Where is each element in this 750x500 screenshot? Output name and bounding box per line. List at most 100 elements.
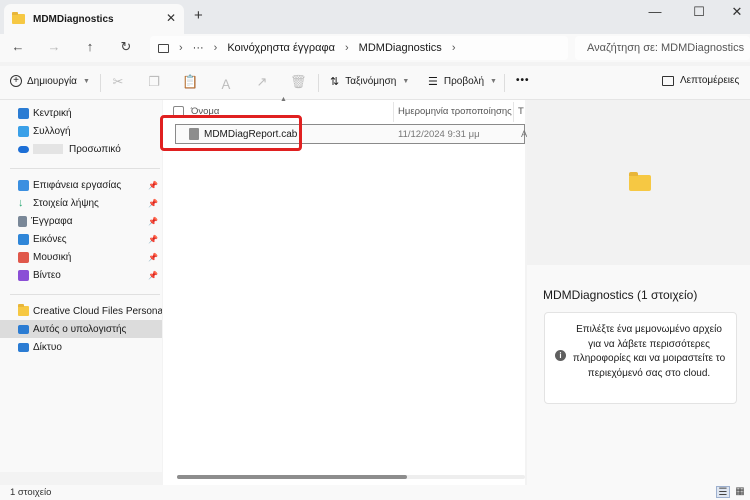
forward-button[interactable]: → xyxy=(45,39,63,54)
file-date: 11/12/2024 9:31 μμ xyxy=(398,129,480,140)
info-text: Επιλέξτε ένα μεμονωμένο αρχείο για να λά… xyxy=(572,324,726,379)
sidebar-divider xyxy=(10,168,160,169)
plus-circle-icon: + xyxy=(10,75,22,87)
file-list: ▲ Όνομα Ημερομηνία τροποποίησης Τ MDMDia… xyxy=(163,96,527,485)
info-card: i Επιλέξτε ένα μεμονωμένο αρχείο για να … xyxy=(544,312,737,404)
column-header-date[interactable]: Ημερομηνία τροποποίησης xyxy=(398,106,512,117)
tab-mdmdiagnostics[interactable]: MDMDiagnostics ✕ xyxy=(4,4,184,34)
chevron-down-icon: ▼ xyxy=(82,77,90,85)
tiles-view-icon[interactable]: ▦ xyxy=(733,486,747,498)
pin-icon[interactable]: 📌 xyxy=(148,253,158,262)
sort-label: Ταξινόμηση xyxy=(345,76,397,87)
chevron-down-icon: ▼ xyxy=(402,78,410,85)
navigation-pane: Κεντρική Συλλογή Προσωπικό Επιφάνεια εργ… xyxy=(0,100,162,472)
column-header-type[interactable]: Τ xyxy=(518,106,524,117)
folder-icon xyxy=(629,172,651,191)
pin-icon[interactable]: 📌 xyxy=(148,271,158,280)
sidebar-item-videos[interactable]: Βίντεο 📌 xyxy=(0,266,162,284)
sidebar-item-this-pc[interactable]: Αυτός ο υπολογιστής xyxy=(0,320,162,338)
sidebar-item-desktop[interactable]: Επιφάνεια εργασίας 📌 xyxy=(0,176,162,194)
sidebar-item-documents[interactable]: Έγγραφα 📌 xyxy=(0,212,162,230)
paste-icon[interactable]: 📋 xyxy=(182,74,198,90)
view-button[interactable]: ☰ Προβολή ▼ xyxy=(428,75,497,88)
tab-title: MDMDiagnostics xyxy=(33,13,114,25)
sort-ascending-icon: ▲ xyxy=(280,96,287,103)
address-more-button[interactable]: ··· xyxy=(193,42,204,54)
info-icon: i xyxy=(555,350,566,361)
sidebar-item-music[interactable]: Μουσική 📌 xyxy=(0,248,162,266)
sort-icon: ⇅ xyxy=(330,76,340,88)
sidebar-item-label: Συλλογή xyxy=(33,125,71,137)
sidebar-item-downloads[interactable]: ↓ Στοιχεία λήψης 📌 xyxy=(0,194,162,212)
highlight-annotation xyxy=(160,115,302,151)
item-count: 1 στοιχείο xyxy=(10,487,52,498)
new-tab-button[interactable]: + xyxy=(194,7,203,24)
horizontal-scrollbar[interactable] xyxy=(177,475,525,479)
details-button[interactable]: Λεπτομέρειες xyxy=(662,75,739,86)
download-icon: ↓ xyxy=(18,196,24,209)
computer-icon xyxy=(18,324,29,334)
scrollbar-thumb[interactable] xyxy=(177,475,407,479)
pin-icon[interactable]: 📌 xyxy=(148,235,158,244)
sidebar-item-creative-cloud[interactable]: Creative Cloud Files Personal Acc xyxy=(0,302,162,320)
maximize-button[interactable]: ☐ xyxy=(689,4,709,20)
video-icon xyxy=(18,269,29,281)
column-divider[interactable] xyxy=(393,102,394,122)
search-input[interactable]: Αναζήτηση σε: MDMDiagnostics xyxy=(575,36,750,60)
redacted-account-name xyxy=(33,144,63,154)
title-bar: MDMDiagnostics ✕ + — ☐ ✕ xyxy=(0,0,750,34)
sidebar-item-gallery[interactable]: Συλλογή xyxy=(0,122,162,140)
onedrive-icon xyxy=(18,145,29,153)
sidebar-item-label: Αυτός ο υπολογιστής xyxy=(33,323,127,335)
sidebar-item-label: Προσωπικό xyxy=(69,143,121,155)
view-icon: ☰ xyxy=(428,76,438,88)
pin-icon[interactable]: 📌 xyxy=(148,199,158,208)
delete-icon[interactable]: 🗑 xyxy=(290,74,307,90)
pin-icon[interactable]: 📌 xyxy=(148,181,158,190)
sidebar-item-label: Εικόνες xyxy=(33,233,67,245)
close-tab-icon[interactable]: ✕ xyxy=(166,11,176,25)
rename-icon[interactable]: Ａ xyxy=(218,74,234,92)
network-icon xyxy=(18,342,29,352)
gallery-icon xyxy=(18,125,29,137)
copy-icon[interactable]: ❐ xyxy=(146,74,162,90)
sidebar-item-label: Μουσική xyxy=(33,251,72,263)
divider xyxy=(318,74,319,92)
sidebar-item-label: Έγγραφα xyxy=(31,215,73,227)
home-icon xyxy=(18,107,29,119)
sidebar-item-home[interactable]: Κεντρική xyxy=(0,104,162,122)
address-bar[interactable]: › ··· › Κοινόχρηστα έγγραφα › MDMDiagnos… xyxy=(150,36,568,60)
back-button[interactable]: ← xyxy=(9,39,27,54)
address-separator: › xyxy=(179,42,183,54)
sort-button[interactable]: ⇅ Ταξινόμηση ▼ xyxy=(330,75,409,88)
column-divider[interactable] xyxy=(513,102,514,122)
details-pane-icon xyxy=(662,75,674,86)
sidebar-item-pictures[interactable]: Εικόνες 📌 xyxy=(0,230,162,248)
close-window-button[interactable]: ✕ xyxy=(727,4,747,20)
breadcrumb-mdmdiagnostics[interactable]: MDMDiagnostics xyxy=(359,42,442,54)
status-bar: 1 στοιχείο ☰ ▦ xyxy=(0,485,750,500)
details-view-icon[interactable]: ☰ xyxy=(716,486,730,498)
view-label: Προβολή xyxy=(443,76,485,87)
sidebar-item-label: Creative Cloud Files Personal Acc xyxy=(33,305,162,317)
details-label: Λεπτομέρειες xyxy=(680,75,740,86)
command-bar: + Δημιουργία ▼ ✂ ❐ 📋 Ａ ↗ 🗑 ⇅ Ταξινόμηση … xyxy=(0,66,750,100)
new-button[interactable]: + Δημιουργία ▼ xyxy=(10,75,90,87)
up-button[interactable]: ↑ xyxy=(81,39,99,54)
documents-icon xyxy=(18,215,27,227)
address-separator: › xyxy=(451,42,456,54)
creative-cloud-folder-icon xyxy=(18,304,29,316)
pictures-icon xyxy=(18,233,29,245)
sidebar-item-onedrive-personal[interactable]: Προσωπικό xyxy=(0,140,162,158)
pin-icon[interactable]: 📌 xyxy=(148,217,158,226)
preview-thumbnail xyxy=(527,100,750,265)
sidebar-item-network[interactable]: Δίκτυο xyxy=(0,338,162,356)
cut-icon[interactable]: ✂ xyxy=(110,74,126,90)
address-separator: › xyxy=(213,42,218,54)
address-row: ← → ↑ ↻ › ··· › Κοινόχρηστα έγγραφα › MD… xyxy=(0,34,750,62)
refresh-button[interactable]: ↻ xyxy=(117,39,135,55)
breadcrumb-shared-documents[interactable]: Κοινόχρηστα έγγραφα xyxy=(227,42,335,54)
share-icon[interactable]: ↗ xyxy=(254,74,270,90)
minimize-button[interactable]: — xyxy=(645,4,665,19)
more-options-button[interactable]: ••• xyxy=(516,75,530,86)
